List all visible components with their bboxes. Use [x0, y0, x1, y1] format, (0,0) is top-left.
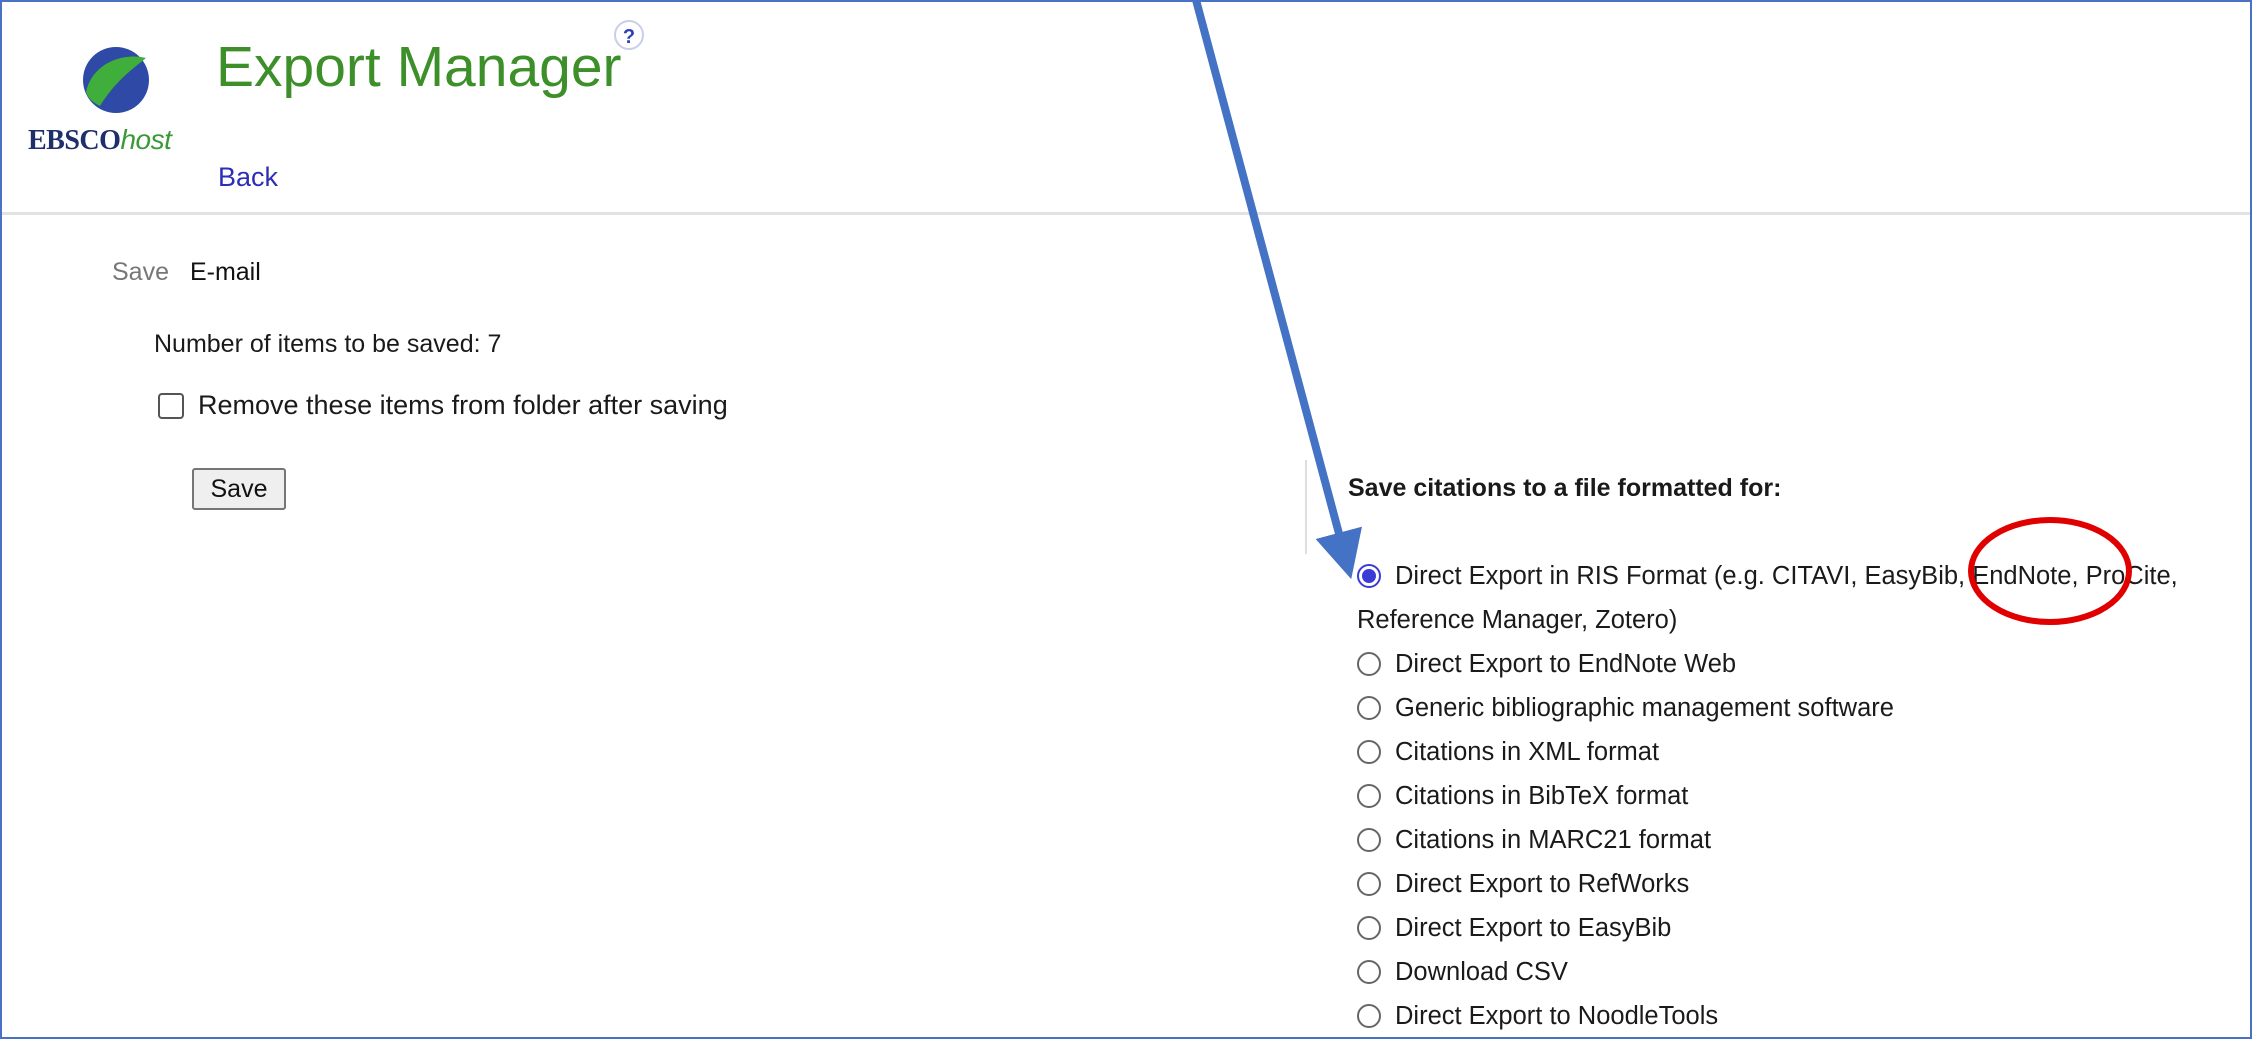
format-option-bibtex[interactable]: Citations in BibTeX format [1347, 774, 2247, 818]
format-option-label: Direct Export to EndNote Web [1395, 650, 1737, 678]
format-option-label: Download CSV [1395, 958, 1568, 986]
radio-icon[interactable] [1357, 828, 1381, 852]
radio-icon[interactable] [1357, 784, 1381, 808]
radio-icon[interactable] [1357, 1004, 1381, 1028]
radio-selected-icon[interactable] [1357, 564, 1381, 588]
format-heading: Save citations to a file formatted for: [1348, 474, 1782, 502]
radio-icon[interactable] [1357, 740, 1381, 764]
format-option-label: Generic bibliographic management softwar… [1395, 694, 1894, 722]
format-option-ris[interactable]: Direct Export in RIS Format (e.g. CITAVI… [1347, 554, 2247, 642]
format-option-label: Direct Export in RIS Format (e.g. CITAVI… [1357, 562, 2178, 634]
remove-items-label: Remove these items from folder after sav… [198, 390, 728, 420]
window-frame: EBSCOhost Export Manager ? Back Save E-m… [0, 0, 2252, 1039]
format-option-refworks[interactable]: Direct Export to RefWorks [1347, 862, 2247, 906]
tab-email[interactable]: E-mail [190, 258, 261, 287]
radio-icon[interactable] [1357, 652, 1381, 676]
format-option-generic[interactable]: Generic bibliographic management softwar… [1347, 686, 2247, 730]
radio-icon[interactable] [1357, 960, 1381, 984]
remove-items-option[interactable]: Remove these items from folder after sav… [158, 390, 728, 421]
remove-items-checkbox[interactable] [158, 392, 184, 419]
tab-save[interactable]: Save [112, 258, 169, 287]
format-option-marc21[interactable]: Citations in MARC21 format [1347, 818, 2247, 862]
help-icon[interactable]: ? [614, 20, 644, 50]
format-option-xml[interactable]: Citations in XML format [1347, 730, 2247, 774]
format-option-label: Citations in MARC21 format [1395, 826, 1712, 854]
format-option-noodletools[interactable]: Direct Export to NoodleTools [1347, 994, 2247, 1037]
format-option-endnote-web[interactable]: Direct Export to EndNote Web [1347, 642, 2247, 686]
format-options-list: Direct Export in RIS Format (e.g. CITAVI… [1347, 554, 2247, 1037]
format-option-label: Direct Export to NoodleTools [1395, 1002, 1719, 1030]
radio-icon[interactable] [1357, 916, 1381, 940]
format-option-easybib[interactable]: Direct Export to EasyBib [1347, 906, 2247, 950]
page-title: Export Manager [216, 35, 622, 99]
ebsco-logo-icon [83, 47, 149, 113]
format-option-label: Direct Export to EasyBib [1395, 914, 1672, 942]
radio-icon[interactable] [1357, 872, 1381, 896]
export-tabs: Save E-mail [112, 258, 275, 287]
panel-divider [1305, 460, 1307, 554]
format-option-csv[interactable]: Download CSV [1347, 950, 2247, 994]
format-option-label: Direct Export to RefWorks [1395, 870, 1690, 898]
radio-icon[interactable] [1357, 696, 1381, 720]
ebsco-logo-text: EBSCOhost [28, 124, 172, 156]
format-option-label: Citations in BibTeX format [1395, 782, 1689, 810]
save-button[interactable]: Save [192, 468, 286, 510]
format-option-label: Citations in XML format [1395, 738, 1660, 766]
items-count-text: Number of items to be saved: 7 [154, 330, 502, 358]
back-link[interactable]: Back [218, 162, 278, 193]
page-header: EBSCOhost Export Manager ? Back [2, 2, 2250, 215]
